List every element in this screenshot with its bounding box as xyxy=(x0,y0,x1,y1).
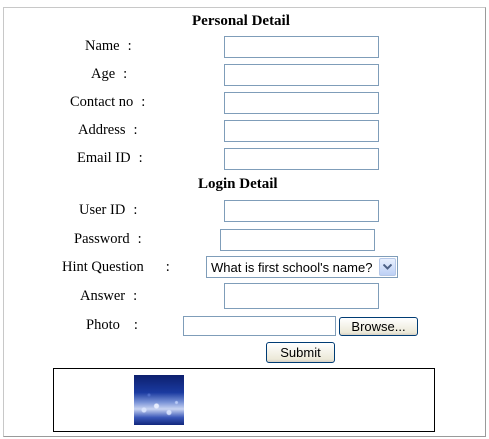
login-detail-heading: Login Detail xyxy=(198,176,278,192)
age-label: Age: xyxy=(91,66,128,82)
contact-label: Contact no: xyxy=(70,94,146,110)
address-input[interactable] xyxy=(224,120,379,142)
photo-label: Photo: xyxy=(86,317,138,333)
answer-input[interactable] xyxy=(224,283,379,309)
address-label: Address: xyxy=(78,122,138,138)
personal-detail-heading: Personal Detail xyxy=(192,13,290,29)
password-label: Password: xyxy=(74,231,142,247)
name-input[interactable] xyxy=(224,36,379,58)
hint-question-select[interactable]: What is first school's name? xyxy=(206,256,398,278)
chevron-down-icon[interactable] xyxy=(379,258,396,276)
age-input[interactable] xyxy=(224,64,379,86)
photo-thumbnail xyxy=(134,375,184,425)
userid-input[interactable] xyxy=(224,200,379,222)
email-label: Email ID: xyxy=(77,150,143,166)
email-input[interactable] xyxy=(224,148,379,170)
hint-question-label: Hint Question: xyxy=(62,259,170,275)
password-input[interactable] xyxy=(220,229,375,251)
submit-button[interactable]: Submit xyxy=(266,342,335,363)
answer-label: Answer: xyxy=(80,288,138,304)
photo-preview-box xyxy=(53,368,435,432)
browse-button[interactable]: Browse... xyxy=(339,317,418,336)
hint-question-selected: What is first school's name? xyxy=(211,259,373,275)
contact-input[interactable] xyxy=(224,92,379,114)
photo-file-path[interactable] xyxy=(183,316,336,336)
name-label: Name: xyxy=(85,38,132,54)
userid-label: User ID: xyxy=(79,202,138,218)
